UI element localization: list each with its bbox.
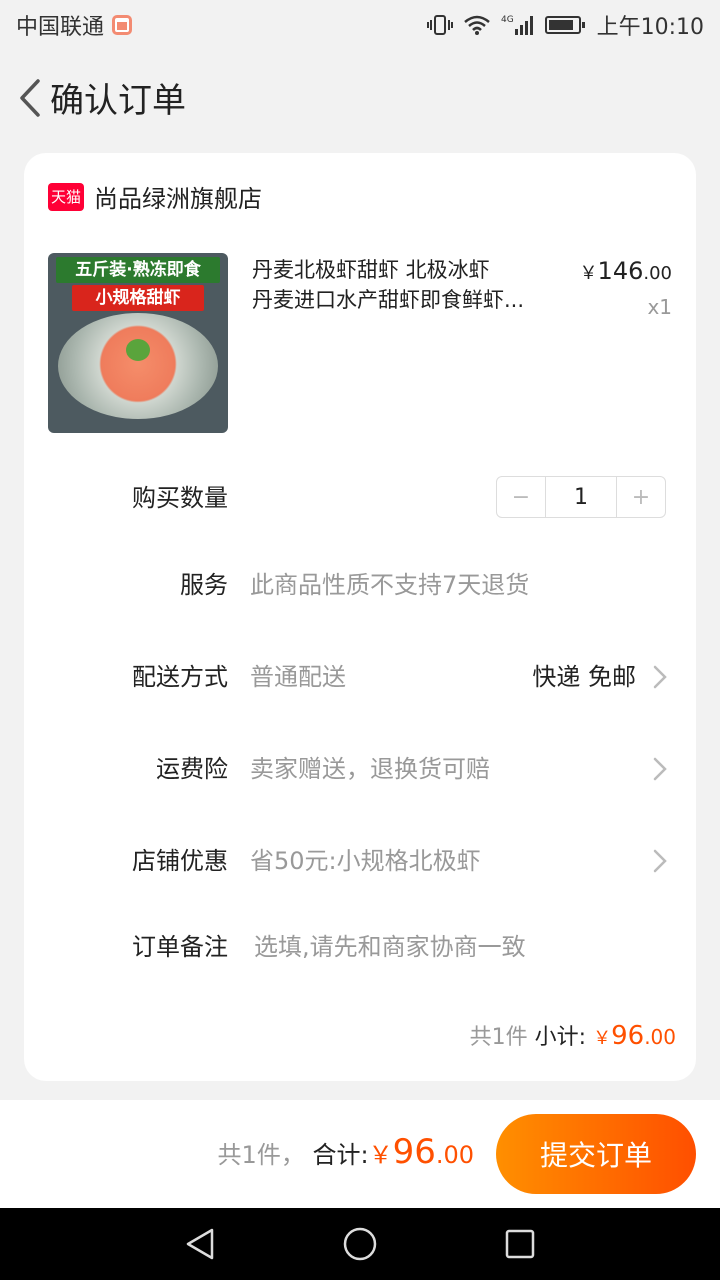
subtotal: 共1件 小计: ￥96.00 bbox=[470, 1019, 676, 1051]
product-price: ￥146.00 bbox=[580, 257, 672, 285]
delivery-label: 配送方式 bbox=[132, 663, 228, 691]
circle-home-icon bbox=[343, 1227, 377, 1261]
shipping-insurance-row[interactable]: 运费险 卖家赠送，退换货可赔 bbox=[24, 749, 696, 789]
battery-icon bbox=[544, 16, 585, 34]
subtotal-integer: 96 bbox=[611, 1021, 645, 1051]
order-note-row: 订单备注 bbox=[24, 927, 696, 967]
total-summary: 共1件， 合计:￥96.00 bbox=[218, 1132, 474, 1172]
price-decimal: .00 bbox=[643, 263, 672, 284]
system-home-button[interactable] bbox=[330, 1214, 390, 1274]
delivery-value: 普通配送 bbox=[250, 663, 346, 691]
product-image[interactable]: 五斤装·熟冻即食 小规格甜虾 bbox=[48, 253, 228, 433]
nav-bar: 确认订单 bbox=[0, 50, 720, 145]
service-row: 服务 此商品性质不支持7天退货 bbox=[24, 565, 696, 605]
product-title-line-2: 丹麦进口水产甜虾即食鲜虾... bbox=[252, 288, 525, 312]
total-count: 共1件， bbox=[217, 1141, 305, 1169]
subtotal-amount: ￥96.00 bbox=[593, 1021, 676, 1051]
checkout-bar: 共1件， 合计:￥96.00 提交订单 bbox=[0, 1100, 720, 1208]
status-bar-left: 中国联通 bbox=[16, 9, 133, 41]
signal-icon: 4G bbox=[501, 13, 535, 37]
submit-order-button[interactable]: 提交订单 bbox=[496, 1114, 696, 1194]
subtotal-decimal: .00 bbox=[644, 1025, 676, 1049]
store-discount-value: 省50元:小规格北极虾 bbox=[250, 847, 481, 875]
order-note-input[interactable] bbox=[254, 927, 654, 967]
store-discount-label: 店铺优惠 bbox=[132, 847, 228, 875]
quantity-label: 购买数量 bbox=[132, 484, 228, 512]
wifi-icon bbox=[463, 14, 491, 36]
price-currency: ￥ bbox=[579, 263, 598, 284]
chevron-right-icon bbox=[648, 849, 672, 873]
vibrate-icon bbox=[426, 14, 453, 36]
system-nav-bar bbox=[0, 1208, 720, 1280]
order-note-label: 订单备注 bbox=[132, 933, 228, 961]
shipping-insurance-value: 卖家赠送，退换货可赔 bbox=[250, 755, 490, 783]
status-bar-right: 4G 上午10:10 bbox=[426, 9, 704, 41]
system-recents-button[interactable] bbox=[490, 1214, 550, 1274]
network-type: 4G bbox=[501, 15, 514, 25]
total-label: 合计: bbox=[312, 1141, 369, 1169]
square-recents-icon bbox=[505, 1229, 535, 1259]
product-title[interactable]: 丹麦北极虾甜虾 北极冰虾 丹麦进口水产甜虾即食鲜虾... bbox=[252, 255, 572, 315]
product-title-line-1: 丹麦北极虾甜虾 北极冰虾 bbox=[252, 258, 490, 282]
shop-name: 尚品绿洲旗舰店 bbox=[94, 185, 262, 213]
service-label: 服务 bbox=[180, 571, 228, 599]
carrier-name: 中国联通 bbox=[16, 15, 105, 40]
product-image-banner-bottom: 小规格甜虾 bbox=[72, 285, 204, 311]
total-currency: ￥ bbox=[368, 1141, 393, 1169]
subtotal-count: 共1件 bbox=[469, 1025, 528, 1050]
chevron-right-icon bbox=[648, 665, 672, 689]
delivery-row[interactable]: 配送方式 普通配送 快递 免邮 bbox=[24, 657, 696, 697]
system-back-button[interactable] bbox=[170, 1214, 230, 1274]
total-integer: 96 bbox=[392, 1132, 436, 1172]
quantity-plus-button[interactable]: + bbox=[617, 477, 665, 517]
triangle-back-icon bbox=[186, 1228, 214, 1260]
total-amount: ￥96.00 bbox=[368, 1132, 474, 1172]
store-discount-row[interactable]: 店铺优惠 省50元:小规格北极虾 bbox=[24, 841, 696, 881]
quantity-minus-button[interactable]: − bbox=[497, 477, 545, 517]
carrier-app-icon bbox=[112, 15, 133, 35]
total-decimal: .00 bbox=[435, 1141, 474, 1169]
shrimp-plate-illustration bbox=[58, 313, 218, 419]
chevron-right-icon bbox=[648, 757, 672, 781]
service-value: 此商品性质不支持7天退货 bbox=[250, 571, 530, 599]
quantity-stepper: − 1 + bbox=[496, 476, 666, 518]
quantity-value[interactable]: 1 bbox=[545, 477, 617, 517]
order-card: 天猫 尚品绿洲旗舰店 五斤装·熟冻即食 小规格甜虾 丹麦北极虾甜虾 北极冰虾 丹… bbox=[24, 153, 696, 1081]
quantity-row: 购买数量 − 1 + bbox=[24, 476, 696, 518]
subtotal-label: 小计: bbox=[534, 1025, 587, 1050]
tmall-logo: 天猫 bbox=[48, 182, 84, 211]
page-title: 确认订单 bbox=[50, 81, 186, 121]
price-integer: 146 bbox=[597, 257, 644, 285]
status-bar: 中国联通 4G 上午10:10 bbox=[0, 0, 720, 50]
subtotal-currency: ￥ bbox=[593, 1028, 612, 1049]
product-image-banner-top: 五斤装·熟冻即食 bbox=[56, 257, 220, 283]
delivery-shipping: 快递 免邮 bbox=[532, 663, 636, 691]
chevron-left-icon bbox=[20, 78, 40, 117]
shipping-insurance-label: 运费险 bbox=[156, 755, 228, 783]
back-button[interactable] bbox=[6, 68, 54, 128]
garnish-illustration bbox=[126, 339, 150, 361]
product-quantity: x1 bbox=[647, 295, 672, 319]
status-time: 上午10:10 bbox=[596, 15, 704, 40]
shop-header[interactable]: 天猫 尚品绿洲旗舰店 bbox=[48, 179, 262, 214]
